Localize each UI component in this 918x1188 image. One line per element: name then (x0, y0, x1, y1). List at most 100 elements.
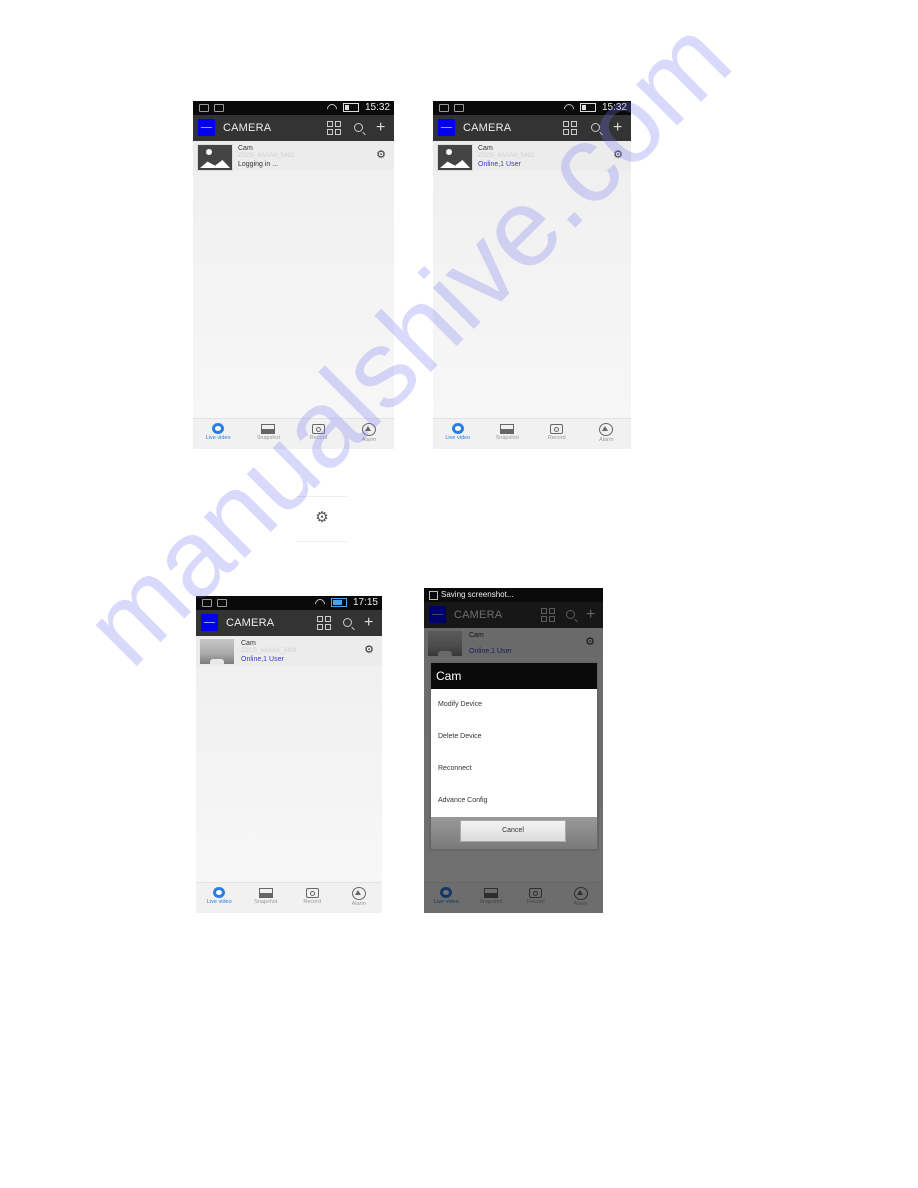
clock: 17:15 (352, 597, 378, 608)
tab-bar: Live video Snapshot Record Alarm (433, 418, 631, 449)
tab-snapshot[interactable]: Snapshot (243, 883, 290, 913)
record-icon (312, 424, 326, 434)
wifi-icon (564, 103, 574, 113)
screen-context-menu: CAMERA + Cam Online,1 User ⚙ Live video … (424, 588, 603, 913)
battery-icon (579, 103, 596, 112)
watermark: manualshive.com (61, 0, 754, 689)
tab-snapshot[interactable]: Snapshot (483, 419, 533, 449)
screenshot-icon (429, 591, 438, 600)
live-video-icon (451, 423, 464, 434)
tab-label: Record (547, 435, 566, 441)
tab-live-video[interactable]: Live video (196, 883, 243, 913)
tab-label: Record (303, 899, 322, 905)
tab-live-video[interactable]: Live video (193, 419, 243, 449)
app-bar: CAMERA + (196, 610, 382, 636)
tab-record[interactable]: Record (532, 419, 582, 449)
image-icon (214, 104, 224, 112)
tab-bar: Live video Snapshot Record Alarm (196, 882, 382, 913)
tab-snapshot[interactable]: Snapshot (243, 419, 293, 449)
add-device-icon[interactable]: + (376, 120, 385, 136)
app-logo (438, 119, 455, 136)
tab-record[interactable]: Record (289, 883, 336, 913)
tab-label: Alarm (361, 437, 377, 443)
search-icon[interactable] (354, 123, 363, 132)
device-status: Online,1 User (478, 161, 521, 168)
battery-icon (342, 103, 359, 112)
wifi-icon (315, 598, 325, 608)
device-list (196, 666, 382, 883)
gear-icon[interactable]: ⚙ (376, 150, 386, 161)
device-preview-image (200, 639, 234, 664)
screen-online: 15:32 CAMERA + Cam ZSCS_AAAAA_5491 Onlin… (433, 101, 631, 449)
grid-view-icon[interactable] (317, 616, 331, 630)
tab-label: Record (309, 435, 328, 441)
device-list (193, 171, 394, 419)
add-device-icon[interactable]: + (364, 615, 373, 631)
tab-live-video[interactable]: Live video (433, 419, 483, 449)
device-id: ZSCS_AAAAA_5491 (238, 153, 295, 159)
app-title: CAMERA (226, 617, 275, 629)
device-row[interactable]: Cam ZSCS_AAAAA_5491 Online,1 User ⚙ (196, 636, 382, 666)
device-name: Cam (238, 145, 253, 152)
dialog-footer: Cancel (431, 817, 597, 849)
tab-alarm[interactable]: Alarm (336, 883, 383, 913)
live-video-icon (213, 887, 226, 898)
device-options-dialog: Cam Modify Device Delete Device Reconnec… (431, 663, 597, 849)
app-title: CAMERA (463, 122, 512, 134)
battery-icon (330, 598, 347, 607)
menu-item-reconnect[interactable]: Reconnect (431, 753, 597, 785)
tab-label: Snapshot (256, 435, 280, 441)
tab-alarm[interactable]: Alarm (582, 419, 632, 449)
tab-label: Live video (445, 435, 471, 441)
tab-label: Alarm (599, 437, 614, 443)
device-status: Online,1 User (241, 656, 284, 663)
app-bar: CAMERA + (193, 115, 394, 141)
clock: 15:32 (601, 102, 627, 113)
alarm-icon (351, 887, 366, 900)
menu-item-advance-config[interactable]: Advance Config (431, 785, 597, 817)
tab-bar: Live video Snapshot Record Alarm (193, 418, 394, 449)
tab-alarm[interactable]: Alarm (344, 419, 394, 449)
status-bar: 15:32 (193, 101, 394, 115)
menu-item-delete-device[interactable]: Delete Device (431, 721, 597, 753)
notification-icon (202, 599, 212, 607)
add-device-icon[interactable]: + (613, 120, 622, 136)
clock: 15:32 (364, 102, 390, 113)
notification-icon (439, 104, 449, 112)
tab-record[interactable]: Record (294, 419, 344, 449)
record-icon (550, 424, 564, 434)
tab-label: Snapshot (254, 899, 278, 905)
image-icon (217, 599, 227, 607)
search-icon[interactable] (343, 618, 352, 627)
image-icon (454, 104, 464, 112)
snapshot-icon (261, 424, 276, 434)
menu-item-modify-device[interactable]: Modify Device (431, 689, 597, 721)
app-logo (198, 119, 215, 136)
settings-gear-callout: ⚙ (296, 496, 348, 542)
gear-icon[interactable]: ⚙ (613, 150, 623, 161)
alarm-icon (599, 423, 614, 436)
notification-bar: Saving screenshot... (424, 588, 603, 602)
record-icon (305, 888, 319, 898)
tab-label: Live video (206, 899, 232, 905)
tab-label: Live video (205, 435, 231, 441)
grid-view-icon[interactable] (563, 121, 577, 135)
cancel-button[interactable]: Cancel (460, 820, 566, 842)
notification-icon (199, 104, 209, 112)
gear-icon[interactable]: ⚙ (364, 645, 374, 656)
device-thumbnail-placeholder-icon (197, 144, 233, 171)
search-icon[interactable] (591, 123, 600, 132)
grid-view-icon[interactable] (327, 121, 341, 135)
device-id: ZSCS_AAAAA_5491 (478, 153, 535, 159)
device-id: ZSCS_AAAAA_5491 (241, 648, 298, 654)
device-list (433, 171, 631, 419)
status-bar: 17:15 (196, 596, 382, 610)
device-row[interactable]: Cam ZSCS_AAAAA_5491 Logging in ... ⚙ (193, 141, 394, 171)
status-bar: 15:32 (433, 101, 631, 115)
device-row[interactable]: Cam ZSCS_AAAAA_5491 Online,1 User ⚙ (433, 141, 631, 171)
app-logo (201, 614, 218, 631)
snapshot-icon (500, 424, 515, 434)
notification-text: Saving screenshot... (441, 590, 514, 599)
tab-label: Alarm (351, 901, 366, 907)
screen-online-preview: 17:15 CAMERA + Cam ZSCS_AAAAA_5491 Onlin… (196, 596, 382, 913)
